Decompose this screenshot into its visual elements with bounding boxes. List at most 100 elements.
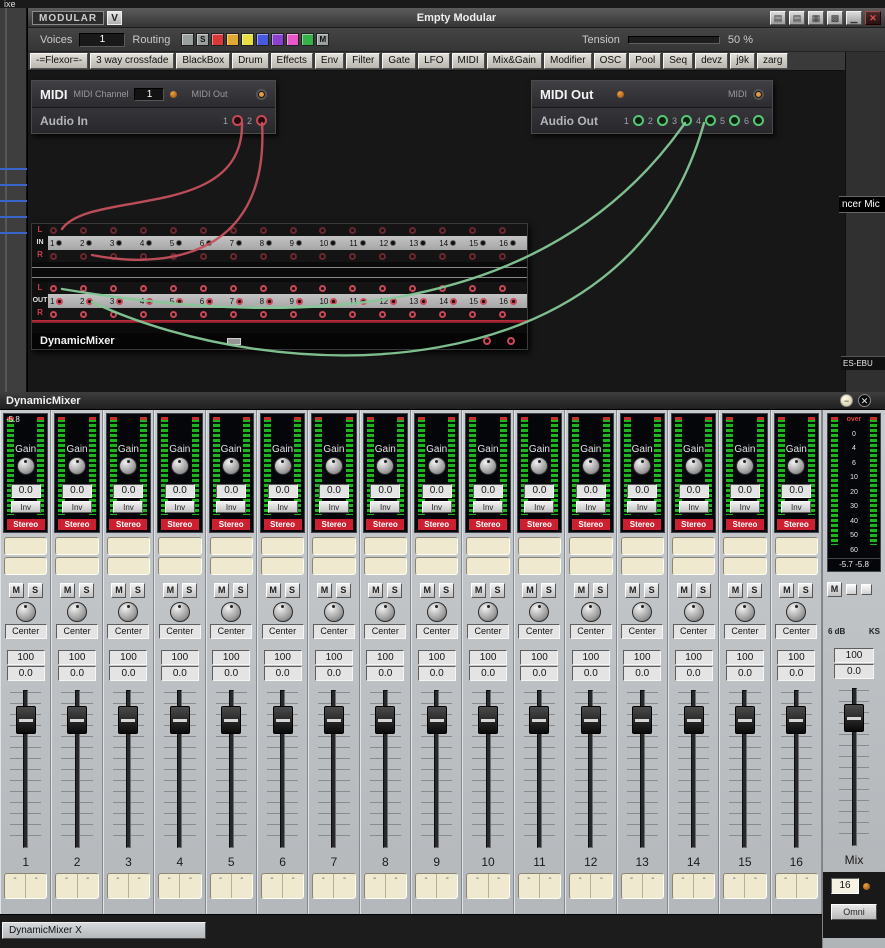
mixer-out-port[interactable]: 1 xyxy=(48,297,78,306)
pan-knob[interactable] xyxy=(170,602,190,622)
tab-env[interactable]: Env xyxy=(315,53,344,69)
gain-knob[interactable] xyxy=(68,457,86,475)
mixer-out-port[interactable]: 9 xyxy=(288,297,318,306)
mixer-in-port-dot[interactable] xyxy=(56,240,62,246)
invert-button[interactable]: Inv xyxy=(524,501,554,513)
invert-button[interactable]: Inv xyxy=(679,501,709,513)
mixer-out-left-port[interactable] xyxy=(228,285,258,292)
routing-box[interactable]: - - xyxy=(569,873,612,899)
solo-button[interactable]: S xyxy=(593,583,608,598)
volume-fader[interactable] xyxy=(521,690,558,848)
mixer-in-right-port-dot[interactable] xyxy=(230,253,237,260)
routing-swatch[interactable] xyxy=(211,33,224,46)
fader-cap[interactable] xyxy=(529,706,549,734)
level-value[interactable]: 0.0 xyxy=(675,666,713,681)
mixer-out-left-port-dot[interactable] xyxy=(260,285,267,292)
audio-out-port[interactable] xyxy=(681,115,692,126)
mixer-in-port[interactable]: 14 xyxy=(437,239,467,248)
fader-cap[interactable] xyxy=(273,706,293,734)
mixer-out-left-port[interactable] xyxy=(467,285,497,292)
pan-knob[interactable] xyxy=(273,602,293,622)
tab-blackbox[interactable]: BlackBox xyxy=(176,53,230,69)
routing-swatch[interactable] xyxy=(256,33,269,46)
mixer-in-port[interactable]: 13 xyxy=(407,239,437,248)
gain-value[interactable]: 0.0 xyxy=(781,484,811,498)
mute-button[interactable]: M xyxy=(677,583,692,598)
pan-value[interactable]: Center xyxy=(56,624,98,639)
volume-fader[interactable] xyxy=(58,690,95,848)
mixer-in-left-port[interactable] xyxy=(168,227,198,234)
pan-value[interactable]: Center xyxy=(262,624,304,639)
mute-button[interactable]: M xyxy=(625,583,640,598)
gain-knob[interactable] xyxy=(171,457,189,475)
pan-value[interactable]: Center xyxy=(5,624,47,639)
mixer-out-port-dot[interactable] xyxy=(450,298,457,305)
level-value[interactable]: 0.0 xyxy=(264,666,302,681)
mixer-in-port-dot[interactable] xyxy=(480,240,486,246)
mixer-out-left-port-dot[interactable] xyxy=(319,285,326,292)
mixer-out-left-port-dot[interactable] xyxy=(110,285,117,292)
solo-button[interactable]: S xyxy=(541,583,556,598)
invert-button[interactable]: Inv xyxy=(730,501,760,513)
mixer-out-port-dot[interactable] xyxy=(420,298,427,305)
routing-box[interactable]: - - xyxy=(261,873,304,899)
mixer-out-right-port[interactable] xyxy=(407,311,437,318)
routing-swatch[interactable] xyxy=(271,33,284,46)
midi-audio-in-module[interactable]: MIDI MIDI Channel 1 MIDI Out Audio In 12 xyxy=(31,80,276,134)
mixer-out-right-port[interactable] xyxy=(108,311,138,318)
mixer-in-left-port[interactable] xyxy=(347,227,377,234)
tab-seq[interactable]: Seq xyxy=(663,53,693,69)
minimize-button[interactable]: − xyxy=(840,394,853,407)
mixer-in-right-port[interactable] xyxy=(497,253,527,260)
stereo-mode-badge[interactable]: Stereo xyxy=(520,519,558,530)
level-value[interactable]: 0.0 xyxy=(469,666,507,681)
mixer-in-left-port-dot[interactable] xyxy=(260,227,267,234)
routing-swatch[interactable] xyxy=(181,33,194,46)
pan-knob[interactable] xyxy=(581,602,601,622)
audio-out-port[interactable] xyxy=(705,115,716,126)
solo-button[interactable]: S xyxy=(336,583,351,598)
gain-knob[interactable] xyxy=(376,457,394,475)
mixer-out-left-port-dot[interactable] xyxy=(290,285,297,292)
fader-cap[interactable] xyxy=(581,706,601,734)
pan-knob[interactable] xyxy=(529,602,549,622)
mixer-in-port-dot[interactable] xyxy=(236,240,242,246)
mixer-in-right-port[interactable] xyxy=(347,253,377,260)
mixer-module-titlebar[interactable]: DynamicMixer xyxy=(32,333,527,349)
close-button[interactable]: ✕ xyxy=(858,394,871,407)
routing-box[interactable]: - - xyxy=(672,873,715,899)
mixer-in-port[interactable]: 11 xyxy=(347,239,377,248)
mixer-in-port[interactable]: 3 xyxy=(108,239,138,248)
mixer-tab[interactable]: DynamicMixer X xyxy=(2,922,206,939)
audio-out-port[interactable] xyxy=(729,115,740,126)
mixer-in-port-dot[interactable] xyxy=(296,240,302,246)
mixer-in-right-port[interactable] xyxy=(407,253,437,260)
tab-lfo[interactable]: LFO xyxy=(418,53,449,69)
mixer-in-left-port-dot[interactable] xyxy=(379,227,386,234)
mixer-in-port-dot[interactable] xyxy=(420,240,426,246)
routing-box[interactable]: - - xyxy=(158,873,201,899)
mixer-in-left-port-dot[interactable] xyxy=(290,227,297,234)
midi-audio-out-module[interactable]: MIDI Out MIDI Audio Out 123456 xyxy=(531,80,773,134)
midi-out-port[interactable] xyxy=(256,89,267,100)
stereo-mode-badge[interactable]: Stereo xyxy=(161,519,199,530)
mixer-in-right-port[interactable] xyxy=(228,253,258,260)
fader-cap[interactable] xyxy=(427,706,447,734)
pan-knob[interactable] xyxy=(67,602,87,622)
mixer-in-right-port[interactable] xyxy=(168,253,198,260)
mixer-in-left-port[interactable] xyxy=(497,227,527,234)
mixer-out-port-dot[interactable] xyxy=(296,298,303,305)
save-icon[interactable]: ▤ xyxy=(770,11,786,25)
mixer-in-right-port-dot[interactable] xyxy=(379,253,386,260)
mixer-out-right-port-dot[interactable] xyxy=(439,311,446,318)
invert-button[interactable]: Inv xyxy=(576,501,606,513)
pan-value[interactable]: Center xyxy=(210,624,252,639)
gain-knob[interactable] xyxy=(325,457,343,475)
volume-fader[interactable] xyxy=(213,690,250,848)
pan-knob[interactable] xyxy=(324,602,344,622)
mixer-in-left-port[interactable] xyxy=(288,227,318,234)
pan-knob[interactable] xyxy=(735,602,755,622)
solo-button[interactable]: S xyxy=(233,583,248,598)
mixer-in-right-port-dot[interactable] xyxy=(290,253,297,260)
mixer-out-right-port-dot[interactable] xyxy=(200,311,207,318)
